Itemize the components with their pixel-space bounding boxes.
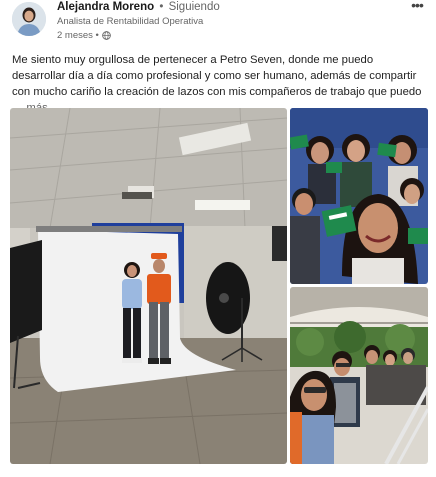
- post-header: Alejandra Moreno • Siguiendo Analista de…: [0, 0, 436, 44]
- photo-studio-shoot[interactable]: [10, 108, 287, 464]
- post-text: Me siento muy orgullosa de pertenecer a …: [12, 54, 422, 98]
- author-name[interactable]: Alejandra Moreno: [57, 1, 154, 13]
- photo-group-bus[interactable]: [290, 287, 428, 464]
- post-body: Me siento muy orgullosa de pertenecer a …: [12, 52, 426, 116]
- globe-icon: [102, 31, 111, 40]
- photo-group-selfie[interactable]: [290, 108, 428, 284]
- post-time: 2 meses •: [57, 30, 99, 41]
- separator-dot: •: [159, 1, 164, 13]
- photo-gallery: [10, 108, 428, 464]
- author-headline: Analista de Rentabilidad Operativa: [57, 16, 204, 27]
- more-options-button[interactable]: •••: [406, 0, 428, 14]
- follow-status[interactable]: Siguiendo: [169, 1, 220, 13]
- author-avatar[interactable]: [12, 2, 46, 36]
- ellipsis-icon: •••: [411, 0, 424, 13]
